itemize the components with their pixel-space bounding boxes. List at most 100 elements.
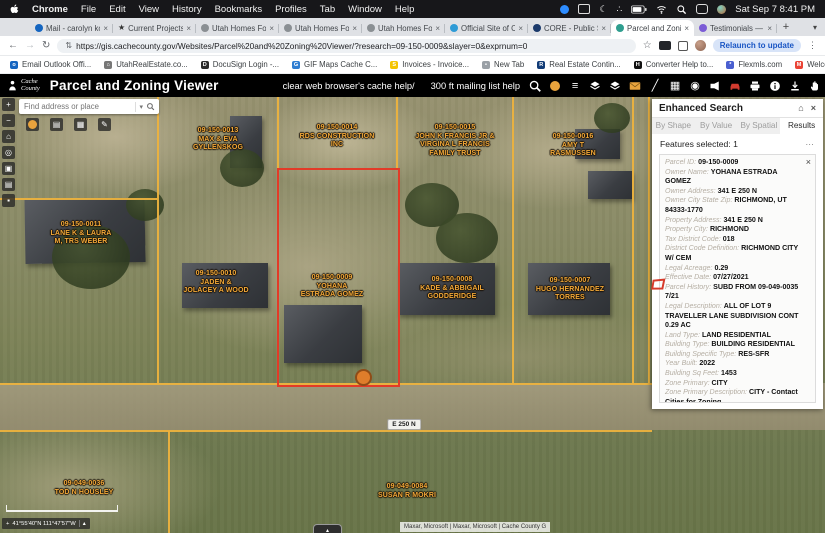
home-button[interactable]: ⌂ xyxy=(2,130,15,143)
site-info-icon[interactable]: ⇅ xyxy=(65,41,72,50)
info-icon[interactable] xyxy=(768,79,782,93)
tab-close-icon[interactable]: × xyxy=(103,24,108,33)
profile-avatar[interactable] xyxy=(695,40,706,51)
reel-icon[interactable]: ◉ xyxy=(688,79,702,93)
battery-icon[interactable] xyxy=(631,5,647,14)
bookmark-star-icon[interactable]: ☆ xyxy=(643,41,652,51)
panel-tab-results[interactable]: Results xyxy=(780,118,823,134)
browser-tab[interactable]: Parcel and Zonin× xyxy=(611,20,694,36)
tab-search-icon[interactable]: ▾ xyxy=(813,23,817,32)
screen-mirroring-icon[interactable] xyxy=(578,4,590,14)
search-icon[interactable] xyxy=(528,79,542,93)
spotlight-icon[interactable] xyxy=(676,4,687,15)
chrome-menu-icon[interactable]: ⋮ xyxy=(808,40,817,51)
measure-icon[interactable]: ╱ xyxy=(648,79,662,93)
bookmark-item[interactable]: MWelcome to E OnS... xyxy=(795,60,825,69)
zoom-in-button[interactable]: + xyxy=(2,98,15,111)
search-source-chevron-icon[interactable]: ▾ xyxy=(136,103,146,111)
bookmark-item[interactable]: ⌂UtahRealEstate.co... xyxy=(104,60,188,69)
menu-chrome[interactable]: Chrome xyxy=(32,4,68,15)
attribution-toggle-button[interactable]: ▴ xyxy=(313,524,342,533)
bookmark-button[interactable]: ▪ xyxy=(2,194,15,207)
address-bar[interactable]: ⇅ https://gis.cachecounty.gov/Websites/P… xyxy=(57,39,635,53)
browser-tab[interactable]: ★Current Projects× xyxy=(113,20,196,36)
tab-close-icon[interactable]: × xyxy=(435,24,440,33)
mailing-list-help-link[interactable]: 300 ft mailing list help xyxy=(431,81,520,91)
dock-panel-icon[interactable]: ⌂ xyxy=(798,104,803,113)
notify-mail-icon[interactable] xyxy=(628,79,642,93)
reload-button[interactable]: ↻ xyxy=(42,41,50,51)
menu-profiles[interactable]: Profiles xyxy=(275,4,307,15)
menu-view[interactable]: View xyxy=(139,4,159,15)
bookmark-item[interactable]: •New Tab xyxy=(482,60,524,69)
grid-icon[interactable]: ▦ xyxy=(668,79,682,93)
menu-bookmarks[interactable]: Bookmarks xyxy=(215,4,263,15)
browser-tab[interactable]: Utah Homes For× xyxy=(362,20,445,36)
browser-tab[interactable]: Official Site of C× xyxy=(445,20,528,36)
back-button[interactable]: ← xyxy=(8,41,18,51)
flashlight-icon[interactable] xyxy=(708,79,722,93)
layers-mini-button[interactable]: ▤ xyxy=(2,178,15,191)
browser-tab[interactable]: Utah Homes For× xyxy=(279,20,362,36)
coordinate-expand-icon[interactable]: ▴ xyxy=(79,520,86,527)
relaunch-to-update-button[interactable]: Relaunch to update xyxy=(713,39,801,52)
clear-cache-help-link[interactable]: clear web browser's cache help/ xyxy=(283,81,415,91)
tab-close-icon[interactable]: × xyxy=(684,24,689,33)
do-not-disturb-icon[interactable]: ☾ xyxy=(599,5,607,14)
tab-close-icon[interactable]: × xyxy=(186,24,191,33)
car-icon[interactable] xyxy=(728,79,742,93)
extension-icon-outline[interactable] xyxy=(678,41,688,51)
tab-close-icon[interactable]: × xyxy=(352,24,357,33)
printer-icon[interactable] xyxy=(748,79,762,93)
bookmark-item[interactable]: SInvoices - Invoice... xyxy=(390,60,469,69)
menu-tab[interactable]: Tab xyxy=(320,4,335,15)
layers-icon[interactable] xyxy=(588,79,602,93)
bookmark-item[interactable]: *Flexmls.com xyxy=(726,60,782,69)
panel-tab-by-value[interactable]: By Value xyxy=(695,118,738,134)
bookmark-item[interactable]: GGIF Maps Cache C... xyxy=(292,60,377,69)
menu-history[interactable]: History xyxy=(172,4,202,15)
wifi-icon[interactable] xyxy=(656,4,667,15)
tab-close-icon[interactable]: × xyxy=(767,24,772,33)
draw-tool-button[interactable]: ✎ xyxy=(98,118,111,131)
menu-help[interactable]: Help xyxy=(395,4,415,15)
new-tab-button[interactable]: + xyxy=(777,21,795,33)
map-search-input[interactable] xyxy=(19,102,135,111)
extension-icon-dark[interactable] xyxy=(659,41,671,50)
remove-result-icon[interactable]: × xyxy=(806,157,811,167)
account-icon[interactable] xyxy=(717,5,726,14)
browser-tab[interactable]: CORE - Public S× xyxy=(528,20,611,36)
locate-button[interactable]: ◎ xyxy=(2,146,15,159)
zoom-out-button[interactable]: − xyxy=(2,114,15,127)
bookmark-item[interactable]: oEmail Outlook Offi... xyxy=(10,60,91,69)
browser-tab[interactable]: Testimonials — L× xyxy=(694,20,777,36)
bookmark-item[interactable]: DDocuSign Login -... xyxy=(201,60,279,69)
bookmark-item[interactable]: RReal Estate Contin... xyxy=(537,60,621,69)
more-options-icon[interactable]: ⋯ xyxy=(805,139,815,150)
menubar-clock[interactable]: Sat Sep 7 8:41 PM xyxy=(735,4,815,15)
search-icon[interactable] xyxy=(146,102,159,111)
menu-window[interactable]: Window xyxy=(348,4,382,15)
close-panel-icon[interactable]: × xyxy=(811,104,816,113)
pan-hand-icon[interactable] xyxy=(808,79,822,93)
app-icon[interactable] xyxy=(560,5,569,14)
zoom-to-feature-shape-icon[interactable] xyxy=(650,277,666,291)
page-tool-button[interactable]: ▤ xyxy=(50,118,63,131)
panel-tab-by-shape[interactable]: By Shape xyxy=(652,118,695,134)
legend-icon[interactable]: ≡ xyxy=(568,79,582,93)
bookmark-item[interactable]: HConverter Help to... xyxy=(634,60,714,69)
browser-tab[interactable]: Mail - carolyn ko× xyxy=(30,20,113,36)
grid-tool-button[interactable]: ▦ xyxy=(74,118,87,131)
download-icon[interactable] xyxy=(788,79,802,93)
tab-close-icon[interactable]: × xyxy=(601,24,606,33)
forward-button[interactable]: → xyxy=(25,41,35,51)
menu-file[interactable]: File xyxy=(81,4,96,15)
marker-tool-button[interactable] xyxy=(26,118,39,131)
basemap-dot-icon[interactable] xyxy=(548,79,562,93)
tab-close-icon[interactable]: × xyxy=(269,24,274,33)
apple-menu-icon[interactable] xyxy=(10,3,19,15)
menu-edit[interactable]: Edit xyxy=(109,4,125,15)
keyboard-icon[interactable]: ∴ xyxy=(617,5,623,14)
control-center-icon[interactable] xyxy=(696,4,708,14)
layers-icon[interactable] xyxy=(608,79,622,93)
